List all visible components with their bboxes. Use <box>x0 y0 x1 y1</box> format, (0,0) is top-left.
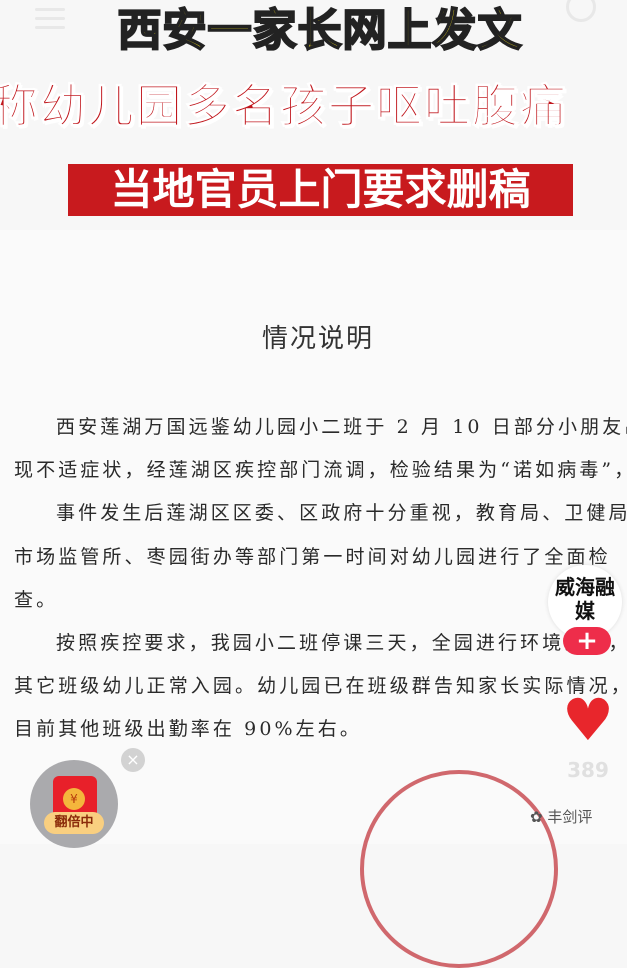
coin-icon: ¥ <box>63 788 85 810</box>
document-line: 现不适症状，经莲湖区疾控部门流调，检验结果为“诺如病毒”， <box>14 459 627 481</box>
document-line: 其它班级幼儿正常入园。幼儿园已在班级群告知家长实际情况， <box>14 675 627 697</box>
document-line: 事件发生后莲湖区区委、区政府十分重视，教育局、卫健局、 <box>56 502 627 524</box>
follow-button[interactable]: + <box>563 627 611 655</box>
headline-line-2: 称幼儿园多名孩子呕吐腹痛 <box>0 79 568 134</box>
document-title: 情况说明 <box>262 324 375 354</box>
document-line: 市场监管所、枣园街办等部门第一时间对幼儿园进行了全面检 <box>14 546 611 568</box>
document-line: 西安莲湖万国远鉴幼儿园小二班于 2 月 10 日部分小朋友出 <box>56 416 627 438</box>
red-packet-label[interactable]: 翻倍中 <box>44 812 104 834</box>
wechat-icon: ✿ <box>530 808 548 826</box>
menu-icon[interactable] <box>35 8 65 35</box>
search-icon[interactable] <box>566 0 596 22</box>
document-line: 按照疾控要求，我园小二班停课三天，全园进行环境消杀， <box>56 632 627 654</box>
official-stamp <box>360 770 558 968</box>
document-line: 查。 <box>14 589 59 611</box>
like-count: 389 <box>567 758 609 782</box>
watermark: ✿ 丰剑评 <box>530 806 592 827</box>
watermark-text: 丰剑评 <box>547 808 593 826</box>
headline-line-1: 西安一家长网上发文 <box>117 4 523 57</box>
heart-icon[interactable]: ♥ <box>560 691 616 749</box>
close-icon[interactable]: × <box>121 748 145 772</box>
document-line: 目前其他班级出勤率在 90%左右。 <box>14 718 362 740</box>
headline-line-3: 当地官员上门要求删稿 <box>68 164 573 216</box>
